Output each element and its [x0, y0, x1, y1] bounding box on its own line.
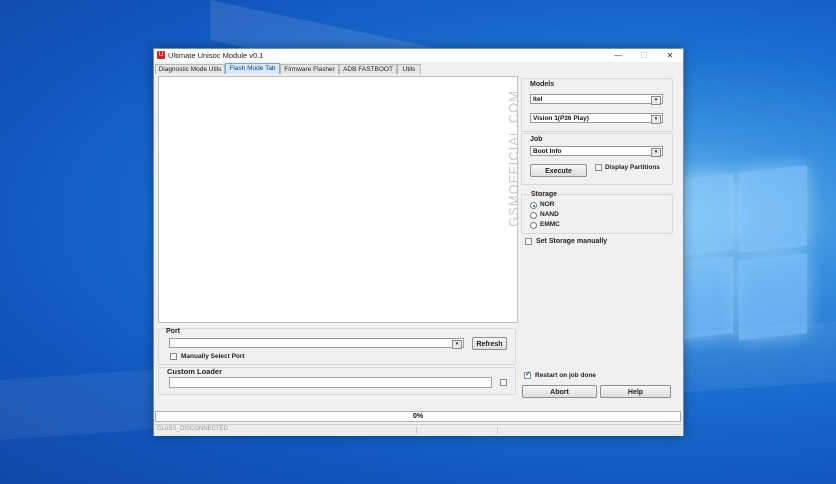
connection-status: CLASS_DISCONNECTED [157, 426, 229, 432]
window-title: Ultimate Unisoc Module v0.1 [168, 51, 264, 60]
manually-select-port-checkbox[interactable] [170, 353, 177, 360]
tab-flash-mode[interactable]: Flash Mode Tab [225, 63, 280, 74]
chevron-down-icon[interactable]: ▾ [452, 340, 462, 349]
job-title: Job [530, 136, 543, 143]
storage-group: Storage NOR NAND EMMC [521, 191, 673, 234]
storage-nand-radio[interactable] [530, 212, 537, 219]
model-value: Vision 1(P36 Play) [533, 115, 589, 122]
job-group: Job Boot Info ▾ Execute Display Partitio… [521, 133, 673, 185]
maximize-button[interactable]: ☐ [631, 49, 657, 62]
close-button[interactable]: ✕ [657, 49, 683, 62]
app-window: U Ultimate Unisoc Module v0.1 — ☐ ✕ Diag… [153, 48, 684, 436]
custom-loader-group: Custom Loader [158, 367, 516, 395]
models-group: Models Itel ▾ Vision 1(P36 Play) ▾ [521, 78, 673, 132]
set-storage-manually-label: Set Storage manually [536, 238, 608, 245]
title-bar[interactable]: U Ultimate Unisoc Module v0.1 — ☐ ✕ [154, 49, 683, 62]
display-partitions-label: Display Partitions [605, 164, 660, 171]
refresh-button[interactable]: Refresh [472, 337, 507, 350]
model-select[interactable]: Vision 1(P36 Play) ▾ [530, 113, 663, 124]
restart-on-job-done-checkbox[interactable] [524, 370, 531, 379]
log-output[interactable]: GSMOFFICIAL.COM [158, 76, 521, 323]
chevron-down-icon[interactable]: ▾ [651, 115, 661, 124]
display-partitions-checkbox[interactable] [595, 164, 602, 171]
storage-nor-label: NOR [540, 201, 555, 208]
storage-emmc-radio[interactable] [530, 222, 537, 229]
minimize-button[interactable]: — [605, 49, 631, 62]
execute-button[interactable]: Execute [530, 164, 587, 177]
status-divider [416, 427, 417, 434]
tab-utils[interactable]: Utils [397, 64, 421, 74]
storage-title: Storage [530, 191, 559, 198]
restart-on-job-done-label: Restart on job done [535, 372, 597, 379]
chevron-down-icon[interactable]: ▾ [651, 148, 661, 157]
custom-loader-input[interactable] [169, 377, 492, 388]
status-bar: CLASS_DISCONNECTED [154, 424, 683, 436]
watermark: GSMOFFICIAL.COM [506, 89, 521, 227]
status-divider [497, 427, 498, 434]
models-title: Models [530, 81, 555, 88]
storage-nor-radio[interactable] [530, 202, 537, 209]
app-icon: U [157, 51, 165, 59]
tab-adb-fastboot[interactable]: ADB FASTBOOT [339, 64, 397, 74]
set-storage-manually-checkbox[interactable] [525, 238, 532, 245]
port-select[interactable]: ▾ [169, 338, 464, 349]
storage-emmc-label: EMMC [540, 221, 560, 228]
job-select[interactable]: Boot Info ▾ [530, 146, 663, 157]
manually-select-port-label: Manually Select Port [181, 353, 245, 360]
tab-diagnostic-mode-utils[interactable]: Diagnostic Mode Utils [155, 64, 225, 74]
storage-nand-label: NAND [540, 211, 559, 218]
brand-select[interactable]: Itel ▾ [530, 94, 663, 105]
tab-firmware-flasher[interactable]: Firmware Flasher [280, 64, 339, 74]
job-value: Boot Info [533, 148, 562, 155]
port-title: Port [166, 328, 180, 335]
progress-text: 0% [412, 413, 424, 420]
custom-loader-title: Custom Loader [167, 367, 223, 376]
abort-button[interactable]: Abort [522, 385, 597, 398]
brand-value: Itel [533, 96, 543, 103]
chevron-down-icon[interactable]: ▾ [651, 96, 661, 105]
progress-bar: 0% [155, 411, 681, 422]
tab-strip: Diagnostic Mode Utils Flash Mode Tab Fir… [154, 63, 683, 74]
windows-logo-icon [665, 165, 815, 345]
help-button[interactable]: Help [600, 385, 671, 398]
custom-loader-checkbox[interactable] [500, 379, 507, 386]
port-group: Port ▾ Refresh Manually Select Port [158, 328, 516, 365]
